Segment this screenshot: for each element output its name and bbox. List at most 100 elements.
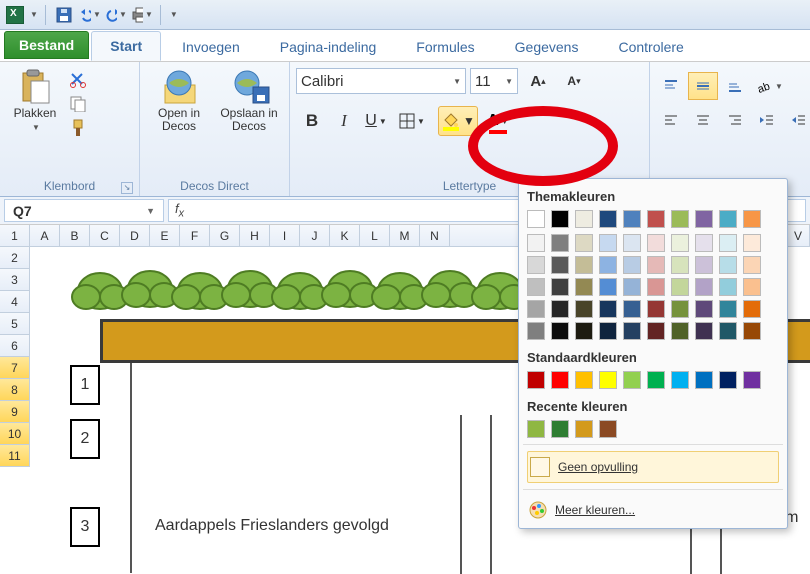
cut-button[interactable]: [68, 70, 88, 90]
color-swatch[interactable]: [671, 300, 689, 318]
italic-button[interactable]: I: [328, 106, 360, 136]
color-swatch[interactable]: [647, 210, 665, 228]
borders-button[interactable]: ▼: [396, 106, 428, 136]
color-swatch[interactable]: [599, 420, 617, 438]
color-swatch[interactable]: [575, 300, 593, 318]
tab-start[interactable]: Start: [91, 31, 161, 61]
color-swatch[interactable]: [719, 371, 737, 389]
col-header[interactable]: H: [240, 225, 270, 246]
color-swatch[interactable]: [719, 300, 737, 318]
color-swatch[interactable]: [527, 278, 545, 296]
align-left-button[interactable]: [656, 106, 686, 134]
color-swatch[interactable]: [599, 278, 617, 296]
color-swatch[interactable]: [743, 322, 761, 340]
color-swatch[interactable]: [695, 322, 713, 340]
color-swatch[interactable]: [599, 210, 617, 228]
col-header[interactable]: F: [180, 225, 210, 246]
increase-indent-button[interactable]: [784, 106, 810, 134]
align-bottom-button[interactable]: [720, 72, 750, 100]
color-swatch[interactable]: [671, 278, 689, 296]
color-swatch[interactable]: [719, 256, 737, 274]
color-swatch[interactable]: [575, 420, 593, 438]
undo-button[interactable]: ▼: [79, 4, 101, 26]
color-swatch[interactable]: [575, 210, 593, 228]
redo-button[interactable]: ▼: [105, 4, 127, 26]
color-swatch[interactable]: [671, 322, 689, 340]
color-swatch[interactable]: [743, 371, 761, 389]
save-in-decos-button[interactable]: Opslaan in Decos: [216, 66, 282, 136]
row-header[interactable]: 1: [0, 225, 30, 247]
save-button[interactable]: [53, 4, 75, 26]
name-box[interactable]: Q7▼: [4, 199, 164, 222]
row-header[interactable]: 11: [0, 445, 30, 467]
align-right-button[interactable]: [720, 106, 750, 134]
color-swatch[interactable]: [623, 371, 641, 389]
font-color-button[interactable]: A ▼: [482, 106, 514, 136]
color-swatch[interactable]: [551, 278, 569, 296]
row-header[interactable]: 4: [0, 291, 30, 313]
color-swatch[interactable]: [623, 300, 641, 318]
color-swatch[interactable]: [527, 371, 545, 389]
col-header[interactable]: V: [786, 225, 810, 246]
color-swatch[interactable]: [743, 210, 761, 228]
underline-button[interactable]: U▼: [360, 106, 392, 136]
align-center-button[interactable]: [688, 106, 718, 134]
copy-button[interactable]: [68, 94, 88, 114]
color-swatch[interactable]: [623, 234, 641, 252]
color-swatch[interactable]: [575, 234, 593, 252]
row-header[interactable]: 2: [0, 247, 30, 269]
color-swatch[interactable]: [599, 300, 617, 318]
font-name-combo[interactable]: Calibri▼: [296, 68, 466, 94]
open-in-decos-button[interactable]: Open in Decos: [146, 66, 212, 136]
orientation-button[interactable]: ab▼: [752, 72, 786, 100]
quick-print-button[interactable]: ▼: [131, 4, 153, 26]
col-header[interactable]: K: [330, 225, 360, 246]
row-header[interactable]: 5: [0, 313, 30, 335]
format-painter-button[interactable]: [68, 118, 88, 138]
customize-qat-arrow[interactable]: ▼: [170, 10, 178, 19]
color-swatch[interactable]: [695, 210, 713, 228]
color-swatch[interactable]: [719, 322, 737, 340]
fill-color-button[interactable]: ▼: [438, 106, 478, 136]
tab-file[interactable]: Bestand: [4, 31, 89, 59]
color-swatch[interactable]: [551, 256, 569, 274]
color-swatch[interactable]: [671, 371, 689, 389]
color-swatch[interactable]: [599, 234, 617, 252]
color-swatch[interactable]: [695, 300, 713, 318]
color-swatch[interactable]: [647, 234, 665, 252]
col-header[interactable]: G: [210, 225, 240, 246]
color-swatch[interactable]: [695, 371, 713, 389]
color-swatch[interactable]: [551, 371, 569, 389]
color-swatch[interactable]: [623, 278, 641, 296]
col-header[interactable]: L: [360, 225, 390, 246]
more-colors-option[interactable]: Meer kleuren...: [527, 496, 779, 524]
row-header[interactable]: 9: [0, 401, 30, 423]
color-swatch[interactable]: [575, 256, 593, 274]
color-swatch[interactable]: [599, 322, 617, 340]
tab-gegevens[interactable]: Gegevens: [496, 32, 598, 61]
color-swatch[interactable]: [623, 210, 641, 228]
no-fill-option[interactable]: Geen opvulling: [527, 451, 779, 483]
decrease-font-button[interactable]: A▾: [558, 66, 590, 96]
decrease-indent-button[interactable]: [752, 106, 782, 134]
color-swatch[interactable]: [551, 210, 569, 228]
color-swatch[interactable]: [719, 234, 737, 252]
color-swatch[interactable]: [575, 371, 593, 389]
row-header[interactable]: 8: [0, 379, 30, 401]
color-swatch[interactable]: [719, 210, 737, 228]
color-swatch[interactable]: [599, 256, 617, 274]
color-swatch[interactable]: [743, 234, 761, 252]
color-swatch[interactable]: [623, 256, 641, 274]
color-swatch[interactable]: [647, 371, 665, 389]
row-header[interactable]: 10: [0, 423, 30, 445]
color-swatch[interactable]: [527, 322, 545, 340]
color-swatch[interactable]: [551, 234, 569, 252]
color-swatch[interactable]: [719, 278, 737, 296]
color-swatch[interactable]: [695, 278, 713, 296]
tab-controleren[interactable]: Controlere: [599, 32, 702, 61]
app-menu-arrow[interactable]: ▼: [30, 10, 38, 19]
paste-button[interactable]: Plakken▼: [6, 66, 64, 137]
color-swatch[interactable]: [575, 278, 593, 296]
align-middle-button[interactable]: [688, 72, 718, 100]
align-top-button[interactable]: [656, 72, 686, 100]
